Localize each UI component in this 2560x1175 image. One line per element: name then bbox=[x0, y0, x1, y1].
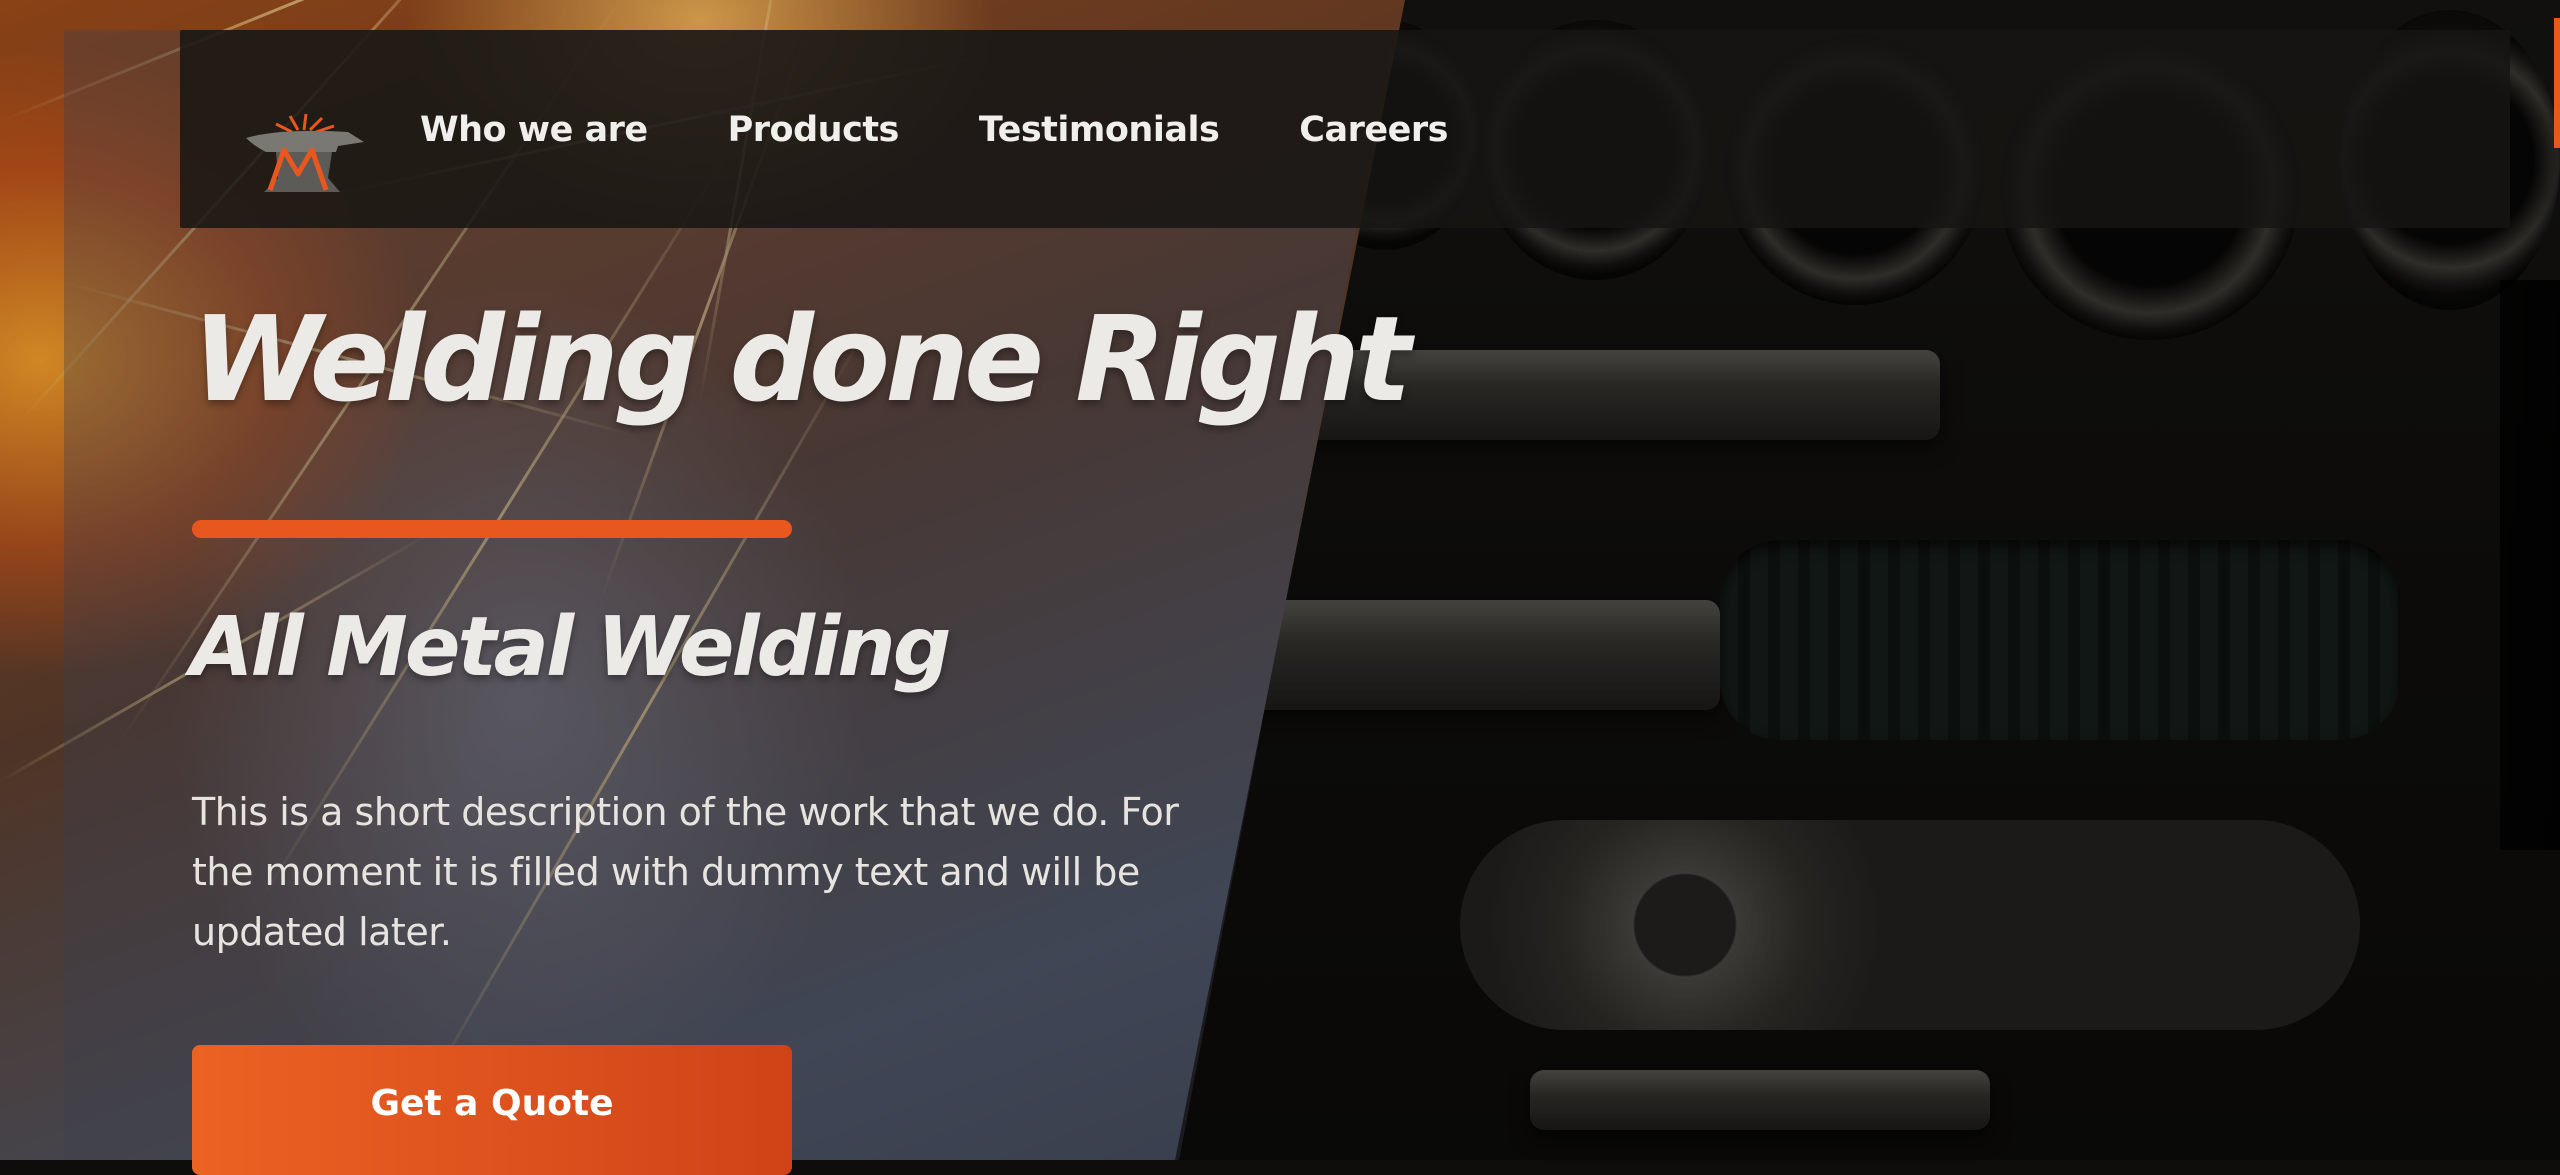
hero-description: This is a short description of the work … bbox=[192, 790, 1179, 954]
nav-item-testimonials[interactable]: Testimonials bbox=[979, 98, 1220, 162]
anvil-logo-icon[interactable] bbox=[240, 112, 370, 198]
hero-subtitle: All Metal Welding bbox=[190, 600, 951, 695]
main-nav: Who we are Products Testimonials Careers bbox=[420, 98, 1528, 162]
get-quote-button[interactable]: Get a Quote bbox=[192, 1045, 792, 1175]
scrollbar-accent[interactable] bbox=[2554, 18, 2560, 148]
hero-title: Welding done Right bbox=[192, 290, 1411, 428]
right-frame-decoration bbox=[2500, 280, 2560, 850]
nav-item-who-we-are[interactable]: Who we are bbox=[420, 98, 648, 162]
nav-item-careers[interactable]: Careers bbox=[1299, 98, 1448, 162]
accent-divider bbox=[192, 520, 792, 538]
nav-item-products[interactable]: Products bbox=[728, 98, 900, 162]
